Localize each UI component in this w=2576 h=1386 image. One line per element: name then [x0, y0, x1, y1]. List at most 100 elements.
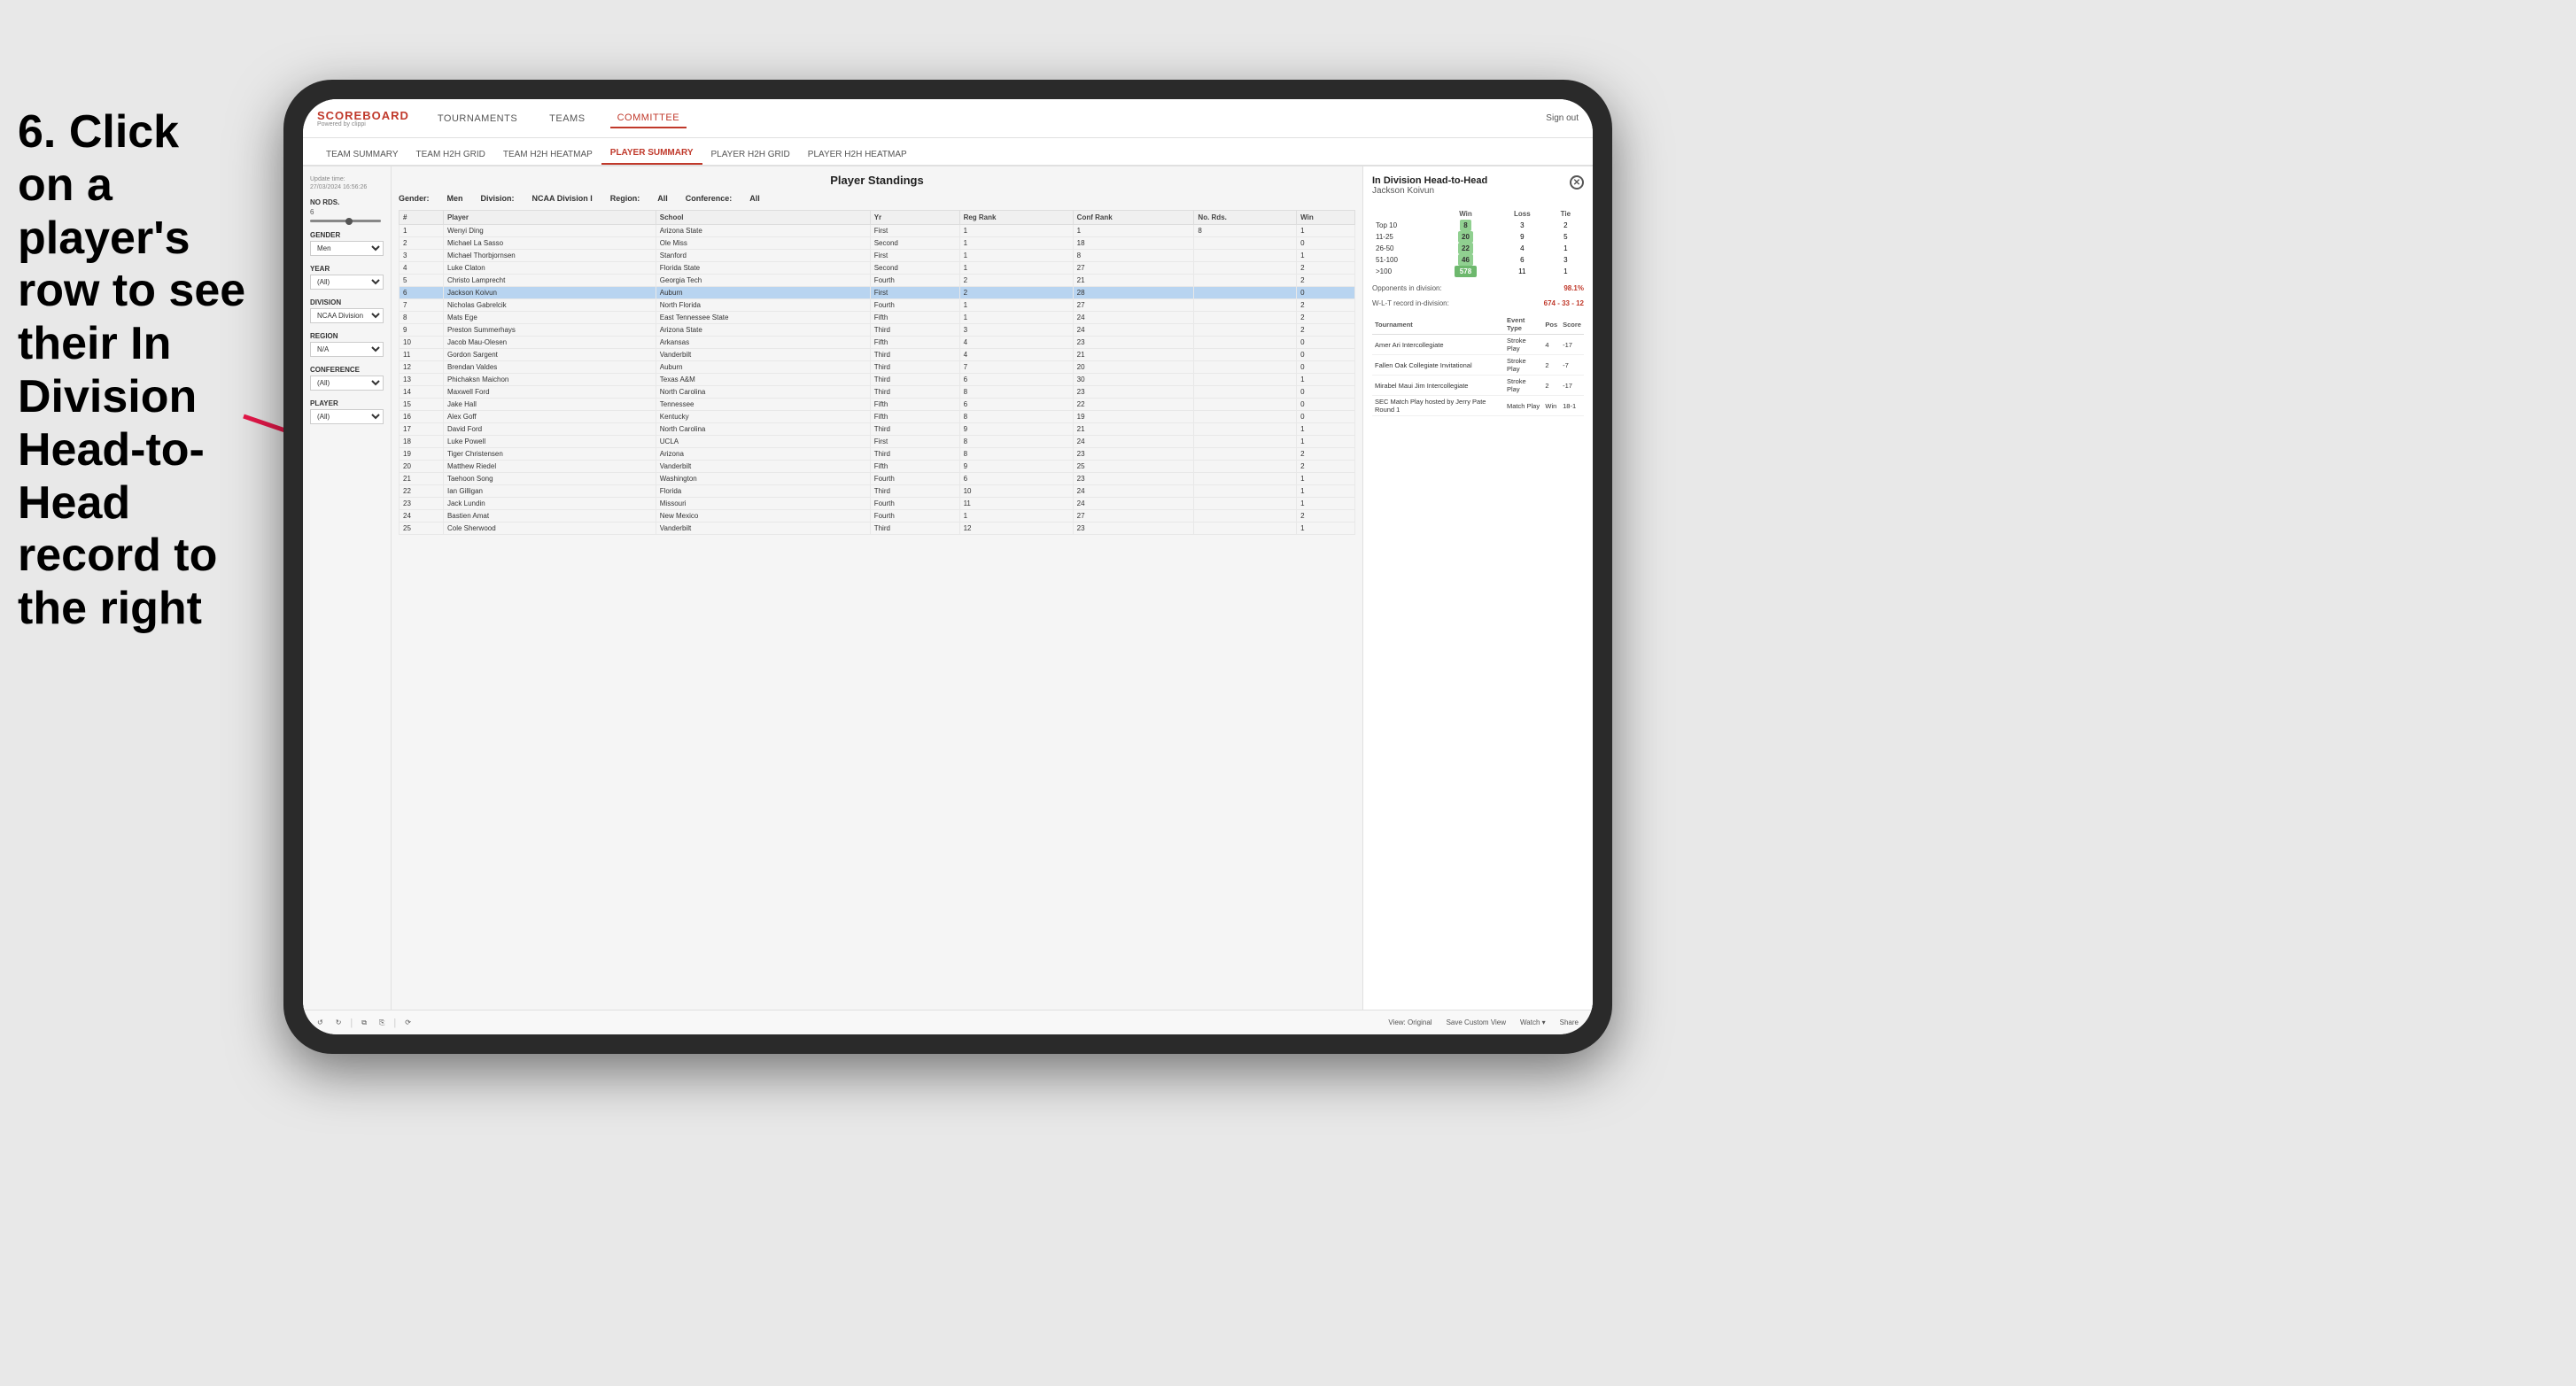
save-custom-button[interactable]: Save Custom View — [1443, 1017, 1509, 1028]
table-row[interactable]: 12 Brendan Valdes Auburn Third 7 20 0 — [400, 361, 1355, 374]
col-win: Win — [1297, 211, 1355, 225]
table-row[interactable]: 2 Michael La Sasso Ole Miss Second 1 18 … — [400, 237, 1355, 250]
year-select[interactable]: (All) — [310, 275, 384, 290]
region-select[interactable]: N/A — [310, 342, 384, 357]
table-row[interactable]: 7 Nicholas Gabrelcik North Florida Fourt… — [400, 299, 1355, 312]
cell-player: Luke Claton — [443, 262, 656, 275]
tour-score: -17 — [1560, 335, 1584, 355]
cell-rds — [1194, 337, 1297, 349]
cell-school: Kentucky — [656, 411, 870, 423]
table-row[interactable]: 15 Jake Hall Tennessee Fifth 6 22 0 — [400, 399, 1355, 411]
cell-yr: Fifth — [870, 312, 959, 324]
table-row[interactable]: 9 Preston Summerhays Arizona State Third… — [400, 324, 1355, 337]
player-select[interactable]: (All) — [310, 409, 384, 424]
copy-button[interactable]: ⧉ — [358, 1017, 370, 1029]
cell-player: Jackson Koivun — [443, 287, 656, 299]
sub-nav-team-h2h-heatmap[interactable]: TEAM H2H HEATMAP — [494, 144, 601, 165]
cell-num: 5 — [400, 275, 444, 287]
nav-item-committee[interactable]: COMMITTEE — [610, 109, 687, 128]
h2h-tie: 2 — [1548, 220, 1584, 231]
cell-conf: 23 — [1073, 523, 1194, 535]
table-row[interactable]: 24 Bastien Amat New Mexico Fourth 1 27 2 — [400, 510, 1355, 523]
cell-reg: 1 — [959, 510, 1073, 523]
table-row[interactable]: 22 Ian Gilligan Florida Third 10 24 1 — [400, 485, 1355, 498]
table-row[interactable]: 18 Luke Powell UCLA First 8 24 1 — [400, 436, 1355, 448]
table-row[interactable]: 13 Phichaksn Maichon Texas A&M Third 6 3… — [400, 374, 1355, 386]
cell-school: Stanford — [656, 250, 870, 262]
cell-yr: Third — [870, 361, 959, 374]
cell-win: 1 — [1297, 523, 1355, 535]
cell-conf: 20 — [1073, 361, 1194, 374]
cell-school: UCLA — [656, 436, 870, 448]
h2h-rank-label: >100 — [1372, 266, 1434, 277]
cell-rds — [1194, 399, 1297, 411]
paste-button[interactable]: ⎘ — [376, 1017, 388, 1029]
cell-num: 9 — [400, 324, 444, 337]
redo-button[interactable]: ↻ — [332, 1017, 345, 1028]
update-time: Update time: 27/03/2024 16:56:26 — [310, 175, 384, 191]
table-row[interactable]: 14 Maxwell Ford North Carolina Third 8 2… — [400, 386, 1355, 399]
table-row[interactable]: 21 Taehoon Song Washington Fourth 6 23 1 — [400, 473, 1355, 485]
gender-select[interactable]: Men — [310, 241, 384, 256]
table-row[interactable]: 17 David Ford North Carolina Third 9 21 … — [400, 423, 1355, 436]
cell-school: North Carolina — [656, 386, 870, 399]
conference-select[interactable]: (All) — [310, 376, 384, 391]
watch-button[interactable]: Watch ▾ — [1517, 1017, 1549, 1028]
cell-player: Maxwell Ford — [443, 386, 656, 399]
sub-nav-team-summary[interactable]: TEAM SUMMARY — [317, 144, 407, 165]
cell-school: Arizona — [656, 448, 870, 461]
table-row[interactable]: 23 Jack Lundin Missouri Fourth 11 24 1 — [400, 498, 1355, 510]
cell-win: 2 — [1297, 262, 1355, 275]
col-reg-rank: Reg Rank — [959, 211, 1073, 225]
cell-conf: 25 — [1073, 461, 1194, 473]
cell-yr: Fifth — [870, 411, 959, 423]
tournament-row: Amer Ari Intercollegiate Stroke Play 4 -… — [1372, 335, 1584, 355]
view-original-button[interactable]: View: Original — [1385, 1017, 1435, 1028]
cell-reg: 8 — [959, 386, 1073, 399]
table-row[interactable]: 19 Tiger Christensen Arizona Third 8 23 … — [400, 448, 1355, 461]
refresh-button[interactable]: ⟳ — [401, 1017, 415, 1028]
cell-school: Arizona State — [656, 324, 870, 337]
opponents-value: 98.1% — [1563, 284, 1584, 292]
nav-item-teams[interactable]: TEAMS — [542, 110, 592, 128]
rds-slider-thumb[interactable] — [345, 218, 353, 225]
sub-nav-player-summary[interactable]: PLAYER SUMMARY — [601, 143, 702, 165]
cell-rds — [1194, 423, 1297, 436]
table-row[interactable]: 4 Luke Claton Florida State Second 1 27 … — [400, 262, 1355, 275]
sub-nav-player-h2h-heatmap[interactable]: PLAYER H2H HEATMAP — [799, 144, 916, 165]
sign-out-button[interactable]: Sign out — [1546, 113, 1579, 123]
cell-player: Jacob Mau-Olesen — [443, 337, 656, 349]
cell-rds — [1194, 473, 1297, 485]
share-button[interactable]: Share — [1556, 1017, 1582, 1028]
sub-nav-team-h2h-grid[interactable]: TEAM H2H GRID — [407, 144, 494, 165]
table-row[interactable]: 11 Gordon Sargent Vanderbilt Third 4 21 … — [400, 349, 1355, 361]
table-row[interactable]: 10 Jacob Mau-Olesen Arkansas Fifth 4 23 … — [400, 337, 1355, 349]
nav-item-tournaments[interactable]: TOURNAMENTS — [431, 110, 524, 128]
rds-slider-track[interactable] — [310, 220, 381, 222]
cell-yr: Fifth — [870, 461, 959, 473]
cell-reg: 8 — [959, 436, 1073, 448]
table-row[interactable]: 8 Mats Ege East Tennessee State Fifth 1 … — [400, 312, 1355, 324]
table-row[interactable]: 20 Matthew Riedel Vanderbilt Fifth 9 25 … — [400, 461, 1355, 473]
cell-win: 1 — [1297, 498, 1355, 510]
table-row[interactable]: 6 Jackson Koivun Auburn First 2 28 0 — [400, 287, 1355, 299]
tablet-frame: SCOREBOARD Powered by clippi TOURNAMENTS… — [283, 80, 1612, 1054]
undo-button[interactable]: ↺ — [314, 1017, 327, 1028]
table-row[interactable]: 5 Christo Lamprecht Georgia Tech Fourth … — [400, 275, 1355, 287]
tour-type: Stroke Play — [1504, 355, 1542, 376]
division-select[interactable]: NCAA Division I — [310, 308, 384, 323]
close-panel-button[interactable]: ✕ — [1570, 175, 1584, 190]
cell-win: 2 — [1297, 461, 1355, 473]
tournaments-header-row: Tournament Event Type Pos Score — [1372, 314, 1584, 335]
table-row[interactable]: 3 Michael Thorbjornsen Stanford First 1 … — [400, 250, 1355, 262]
h2h-win: 22 — [1434, 243, 1497, 254]
cell-yr: Third — [870, 349, 959, 361]
h2h-win: 20 — [1434, 231, 1497, 243]
table-row[interactable]: 16 Alex Goff Kentucky Fifth 8 19 0 — [400, 411, 1355, 423]
cell-num: 16 — [400, 411, 444, 423]
filter-division: Division NCAA Division I — [310, 298, 384, 323]
table-row[interactable]: 25 Cole Sherwood Vanderbilt Third 12 23 … — [400, 523, 1355, 535]
tablet-screen: SCOREBOARD Powered by clippi TOURNAMENTS… — [303, 99, 1593, 1034]
table-row[interactable]: 1 Wenyi Ding Arizona State First 1 1 8 1 — [400, 225, 1355, 237]
sub-nav-player-h2h-grid[interactable]: PLAYER H2H GRID — [702, 144, 799, 165]
